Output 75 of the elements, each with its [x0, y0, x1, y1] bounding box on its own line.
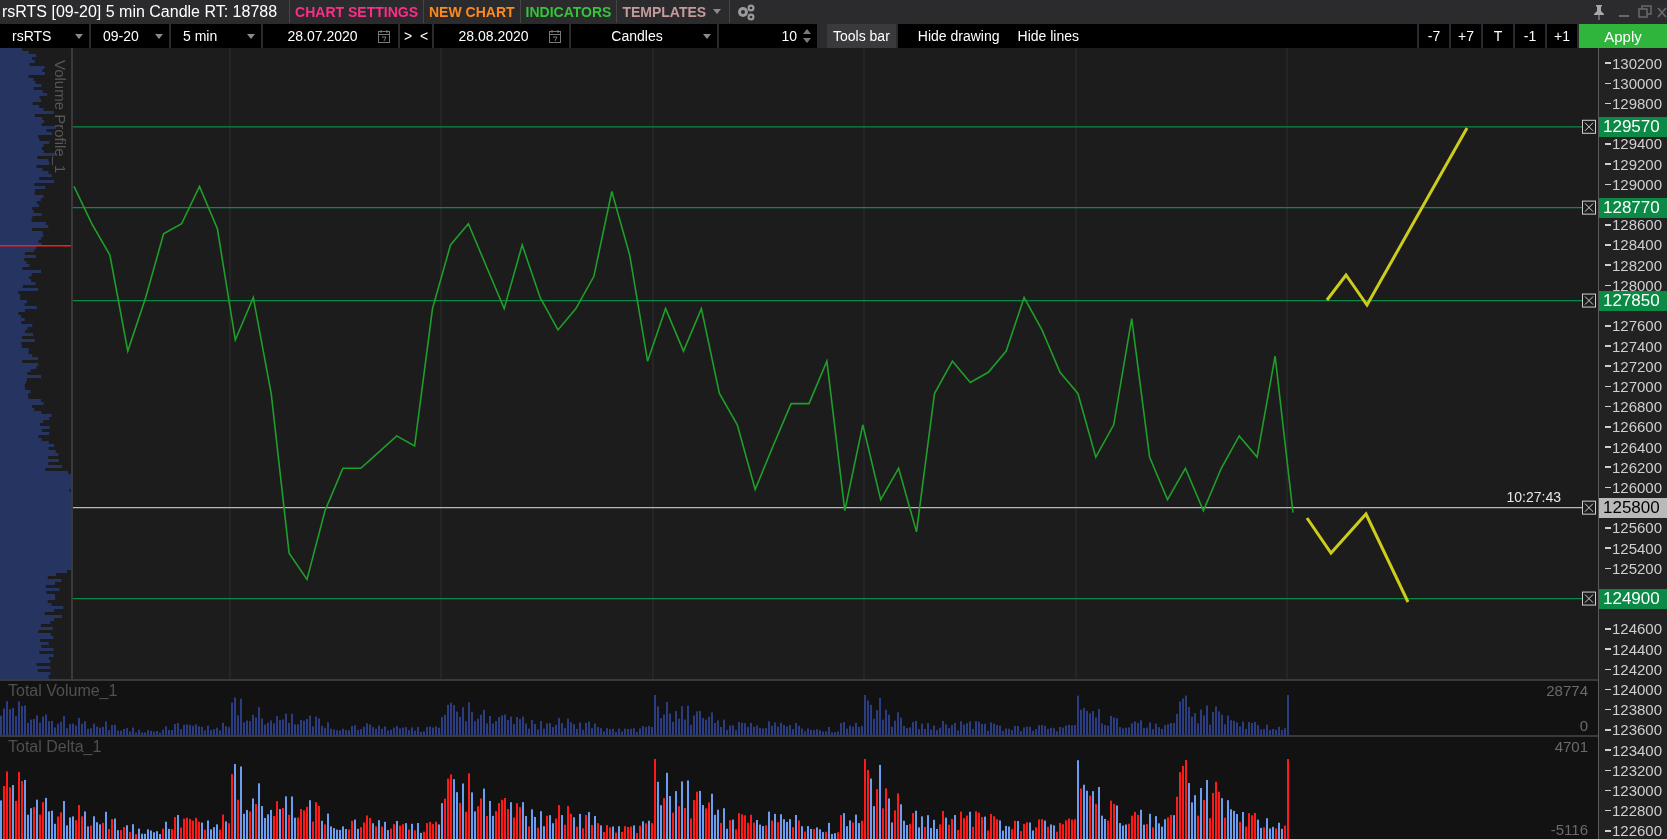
axis-label: 127200	[1605, 358, 1663, 375]
time-label: 10:27:43	[1506, 488, 1561, 505]
price-tag: 128770	[1599, 197, 1667, 218]
step-button[interactable]: -1	[1515, 24, 1545, 48]
start-date-field[interactable]: 28.07.2020	[263, 24, 398, 48]
axis-label: 123600	[1605, 721, 1663, 738]
forecast-line[interactable]	[1305, 511, 1410, 603]
axis-label: 123400	[1605, 742, 1663, 759]
axis-label: 130000	[1605, 75, 1663, 92]
settings-icon[interactable]	[736, 2, 757, 21]
caret-icon	[247, 33, 255, 39]
spinner-icon[interactable]	[803, 28, 811, 44]
axis-label: 129200	[1605, 156, 1663, 173]
axis-label: 123000	[1605, 782, 1663, 799]
step-button[interactable]: +7	[1451, 24, 1481, 48]
caret-icon[interactable]	[713, 9, 722, 14]
axis-label: 128600	[1605, 216, 1663, 233]
caret-icon	[155, 33, 163, 39]
axis-label: 126000	[1605, 479, 1663, 496]
axis-label: 124600	[1605, 620, 1663, 637]
indicator-label: Volume Profile_1	[52, 60, 69, 174]
calendar-icon[interactable]	[378, 29, 390, 43]
chart-type-dropdown[interactable]: Candles	[571, 24, 717, 48]
price-tag: 124900	[1599, 588, 1667, 609]
pin-icon[interactable]	[1592, 3, 1606, 20]
price-tag: 125800	[1599, 497, 1667, 518]
calendar-icon[interactable]	[549, 29, 561, 43]
forecast-line[interactable]	[1325, 127, 1469, 308]
price-tag: 129570	[1599, 116, 1667, 137]
axis-label: 125200	[1605, 560, 1663, 577]
step-button[interactable]: T	[1483, 24, 1513, 48]
indicator-label: Total Volume_1	[8, 682, 118, 700]
step-button[interactable]: -7	[1419, 24, 1449, 48]
axis-label: 129000	[1605, 176, 1663, 193]
axis-label: 126800	[1605, 398, 1663, 415]
contract-dropdown[interactable]: 09-20	[91, 24, 169, 48]
axis-label: 124000	[1605, 681, 1663, 698]
axis-label: 127000	[1605, 378, 1663, 395]
caret-icon	[703, 33, 711, 39]
axis-label: 123800	[1605, 701, 1663, 718]
axis-label: 126200	[1605, 459, 1663, 476]
axis-label: 122800	[1605, 802, 1663, 819]
caret-icon	[75, 33, 83, 39]
step-button[interactable]: +1	[1547, 24, 1577, 48]
axis-label: 122600	[1605, 822, 1663, 839]
scale-min-label: -5116	[1550, 821, 1588, 838]
axis-label: 129400	[1605, 135, 1663, 152]
axis-label: 130200	[1605, 55, 1663, 72]
price-level-line[interactable]	[73, 299, 1583, 302]
axis-label: 127600	[1605, 317, 1663, 334]
window-title: rsRTS [09-20] 5 min Candle RT: 18788	[1, 2, 279, 21]
count-field[interactable]: 10	[719, 24, 817, 48]
price-level-line[interactable]	[73, 507, 1583, 509]
scale-max-label: 28774	[1546, 682, 1588, 699]
axis-label: 128200	[1605, 257, 1663, 274]
axis-label: 124400	[1605, 641, 1663, 658]
axis-label: 128400	[1605, 237, 1663, 253]
axis-label: 126400	[1605, 439, 1663, 456]
scale-min-label: 0	[1579, 717, 1588, 734]
end-date-field[interactable]: 28.08.2020	[434, 24, 569, 48]
restore-icon[interactable]	[1638, 5, 1652, 18]
scale-max-label: 4701	[1554, 738, 1588, 755]
indicator-label: Total Delta_1	[8, 738, 102, 756]
symbol-dropdown[interactable]: rsRTS	[0, 24, 89, 48]
price-level-line[interactable]	[73, 597, 1583, 600]
axis-label: 125600	[1605, 519, 1663, 536]
axis-label: 125400	[1605, 540, 1663, 557]
axis-label: 126600	[1605, 418, 1663, 435]
tools-bar-button[interactable]: Tools bar	[827, 24, 896, 48]
timeframe-dropdown[interactable]: 5 min	[171, 24, 261, 48]
price-tag: 127850	[1599, 290, 1667, 311]
axis-label: 129800	[1605, 95, 1663, 112]
axis-label: 123200	[1605, 762, 1663, 779]
axis-label: 124200	[1605, 661, 1663, 678]
axis-label: 127400	[1605, 338, 1663, 354]
